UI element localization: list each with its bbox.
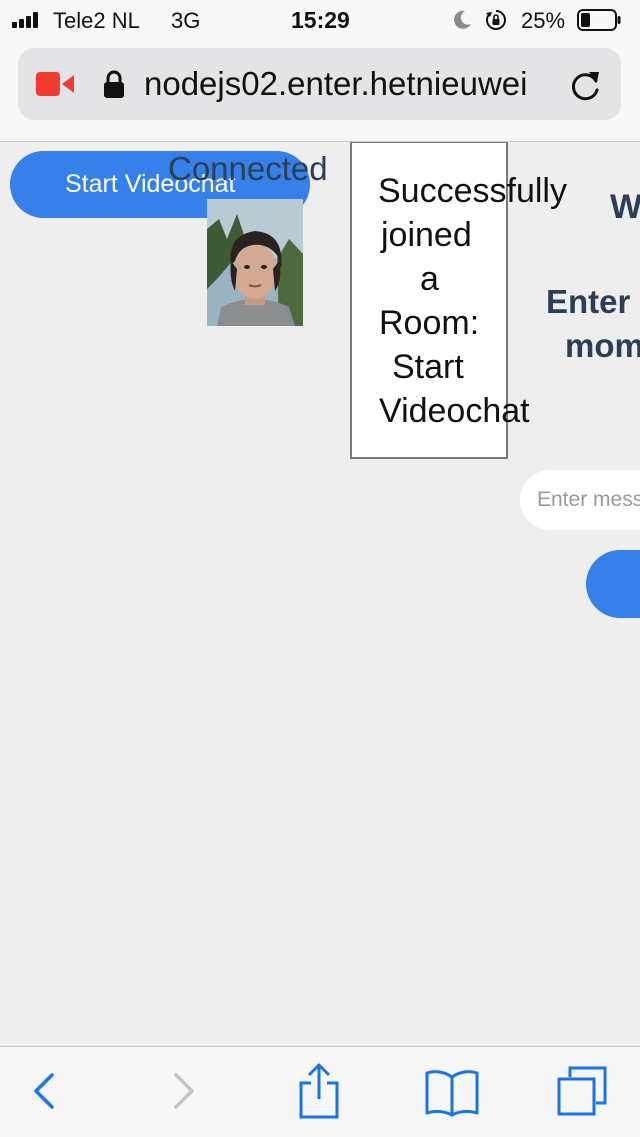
forward-icon[interactable]: [170, 1069, 200, 1113]
reload-icon[interactable]: [569, 68, 603, 102]
clock: 15:29: [291, 7, 350, 33]
tabs-icon[interactable]: [556, 1065, 608, 1117]
connection-status-label: Connected: [168, 150, 328, 187]
back-icon[interactable]: [28, 1069, 58, 1113]
chat-subheading: Enter mom: [546, 280, 640, 368]
browser-address-bar: nodejs02.enter.hetnieuwei: [0, 40, 640, 142]
chat-subheading-line1: Enter: [546, 283, 631, 320]
chat-subheading-line2: mom: [565, 327, 640, 364]
page-content: Start Videochat Connected Successfully j…: [0, 142, 640, 1046]
lock-icon: [104, 70, 124, 98]
rotation-lock-icon: [486, 10, 506, 30]
chat-heading: W: [610, 188, 640, 226]
url-text[interactable]: nodejs02.enter.hetnieuwei: [144, 65, 527, 103]
send-message-button[interactable]: [586, 550, 640, 618]
local-video-preview: [207, 199, 303, 326]
carrier-name: Tele2 NL: [53, 8, 140, 33]
status-bar: Tele2 NL 3G 15:29 25%: [0, 0, 640, 40]
moon-icon: [454, 10, 471, 29]
battery-icon: [577, 9, 621, 31]
bookmarks-icon[interactable]: [424, 1069, 480, 1117]
message-input[interactable]: [520, 470, 640, 530]
battery-percentage: 25%: [521, 8, 566, 33]
share-icon[interactable]: [296, 1063, 342, 1119]
status-line: joined: [381, 216, 472, 254]
camera-recording-icon[interactable]: [36, 72, 74, 96]
browser-toolbar: [0, 1046, 640, 1137]
status-line: Successfully: [378, 172, 567, 210]
network-type: 3G: [171, 8, 201, 33]
status-line: Videochat: [379, 392, 530, 430]
url-field[interactable]: nodejs02.enter.hetnieuwei: [18, 48, 621, 120]
signal-strength-icon: [12, 12, 46, 28]
